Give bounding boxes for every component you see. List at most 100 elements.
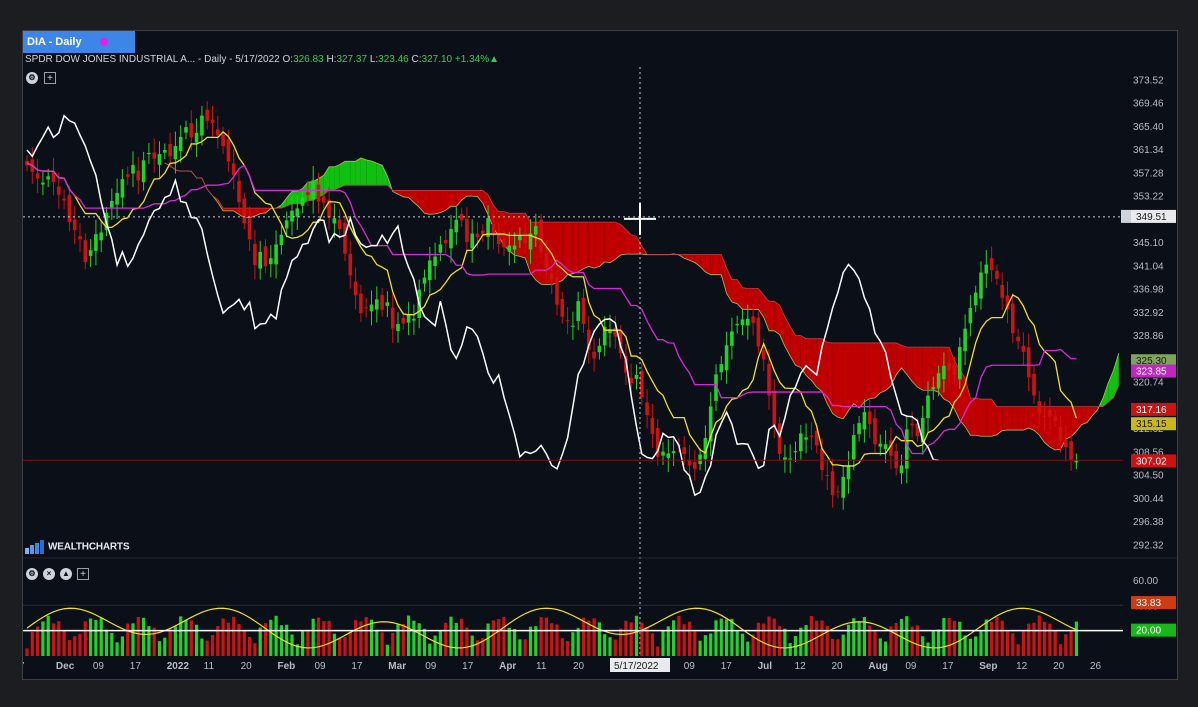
price-tag-label: 323.85 bbox=[1136, 367, 1167, 378]
oscillator-bar bbox=[762, 623, 766, 656]
candle-body bbox=[698, 454, 702, 465]
osc-expand-icon[interactable]: + bbox=[77, 568, 89, 580]
cloud-segment bbox=[594, 222, 600, 269]
candle-body bbox=[836, 491, 840, 493]
cloud-segment bbox=[827, 342, 833, 414]
oscillator-bar bbox=[566, 641, 570, 656]
oscillator-bar bbox=[725, 619, 729, 656]
oscillator-bar bbox=[110, 632, 114, 656]
oscillator-bar bbox=[629, 622, 633, 656]
oscillator-bar bbox=[539, 617, 543, 656]
date-tick-label: Sep bbox=[979, 661, 997, 672]
price-tick-label: 292.32 bbox=[1133, 540, 1164, 551]
oscillator bbox=[25, 607, 1078, 656]
date-tick-label: 09 bbox=[425, 661, 437, 672]
price-chart[interactable]: 373.52 369.46 365.40 361.34 357.28 353.22 345.… bbox=[23, 31, 1177, 679]
candle-body bbox=[756, 317, 761, 347]
cloud-segment bbox=[917, 347, 923, 391]
settings-icon[interactable]: ⚙ bbox=[26, 72, 38, 84]
candle-body bbox=[1064, 439, 1068, 448]
cloud-segment bbox=[949, 347, 955, 410]
candle-body bbox=[968, 307, 973, 324]
candle-body bbox=[295, 208, 300, 217]
oscillator-bar bbox=[99, 618, 103, 656]
cloud-segment bbox=[806, 338, 812, 381]
oscillator-bar bbox=[857, 621, 861, 656]
oscillator-bar bbox=[1032, 622, 1036, 656]
candle-body bbox=[152, 152, 156, 159]
candle-body bbox=[83, 240, 88, 263]
oscillator-bar bbox=[486, 623, 490, 656]
price-tick-label: 328.86 bbox=[1133, 331, 1164, 342]
candle-body bbox=[979, 272, 983, 299]
oscillator-bar bbox=[73, 636, 77, 656]
candle-body bbox=[963, 328, 967, 351]
cloud-segment bbox=[922, 347, 928, 391]
price-tick-label: 336.98 bbox=[1133, 285, 1164, 296]
cloud-segment bbox=[753, 288, 759, 310]
oscillator-bar bbox=[62, 629, 66, 656]
osc-settings-icon[interactable]: ⚙ bbox=[26, 568, 38, 580]
oscillator-bar bbox=[656, 646, 660, 656]
cloud-segment bbox=[329, 166, 335, 190]
price-tick-label: 296.38 bbox=[1133, 517, 1164, 528]
cloud-segment bbox=[774, 301, 780, 335]
candle-body bbox=[597, 345, 602, 353]
cloud-segment bbox=[896, 342, 902, 375]
kijun-line bbox=[26, 162, 1077, 455]
date-tick-label: 09 bbox=[93, 661, 105, 672]
candle-body bbox=[539, 219, 543, 253]
cloud-segment bbox=[848, 342, 854, 411]
price-tick-label: 365.40 bbox=[1133, 122, 1164, 133]
oscillator-bar bbox=[714, 620, 718, 656]
candle-body bbox=[253, 244, 257, 266]
cloud-segment bbox=[1065, 406, 1072, 440]
oscillator-bar bbox=[460, 618, 464, 656]
oscillator-bar bbox=[513, 628, 517, 656]
oscillator-bar bbox=[306, 629, 310, 656]
cloud-segment bbox=[360, 157, 367, 186]
candle-body bbox=[147, 152, 151, 155]
oscillator-bar bbox=[205, 640, 209, 656]
oscillator-bar bbox=[555, 624, 559, 656]
oscillator-bar bbox=[163, 637, 167, 656]
cloud-segment bbox=[228, 208, 234, 211]
candle-body bbox=[549, 273, 554, 280]
expand-icon[interactable]: + bbox=[44, 72, 56, 84]
osc-close-icon[interactable]: × bbox=[43, 568, 55, 580]
oscillator-bar bbox=[550, 623, 554, 656]
oscillator-bar bbox=[804, 625, 808, 656]
oscillator-bar bbox=[1000, 620, 1004, 656]
cloud-segment bbox=[716, 254, 722, 275]
candle-body bbox=[41, 182, 45, 185]
candle-body bbox=[428, 260, 432, 281]
candle-body bbox=[284, 220, 289, 229]
candle-body bbox=[443, 239, 448, 244]
oscillator-bar bbox=[862, 616, 866, 656]
cloud-segment bbox=[1028, 406, 1034, 431]
oscillator-bar bbox=[523, 639, 527, 656]
cloud-segment bbox=[588, 222, 595, 269]
oscillator-bar bbox=[603, 634, 607, 656]
cloud-segment bbox=[816, 338, 822, 392]
oscillator-bar bbox=[67, 640, 71, 656]
candle-body bbox=[936, 373, 941, 389]
oscillator-bar bbox=[597, 622, 601, 656]
candle-body bbox=[343, 222, 347, 254]
candle-body bbox=[783, 457, 787, 460]
candle-body bbox=[375, 299, 379, 310]
candle-body bbox=[332, 218, 337, 224]
candle-body bbox=[422, 277, 427, 284]
candle-body bbox=[141, 160, 146, 183]
cloud-segment bbox=[456, 190, 462, 207]
oscillator-bar bbox=[719, 618, 723, 656]
cloud-segment bbox=[795, 335, 801, 368]
price-tick-label: 304.50 bbox=[1133, 471, 1164, 482]
candle-body bbox=[46, 176, 50, 180]
osc-move-up-icon[interactable]: ▲ bbox=[60, 568, 72, 580]
cloud-segment bbox=[625, 229, 632, 255]
candle-body bbox=[772, 390, 777, 427]
oscillator-bar bbox=[592, 618, 596, 656]
date-tick-label: Feb bbox=[278, 661, 296, 672]
oscillator-bar bbox=[168, 628, 172, 656]
